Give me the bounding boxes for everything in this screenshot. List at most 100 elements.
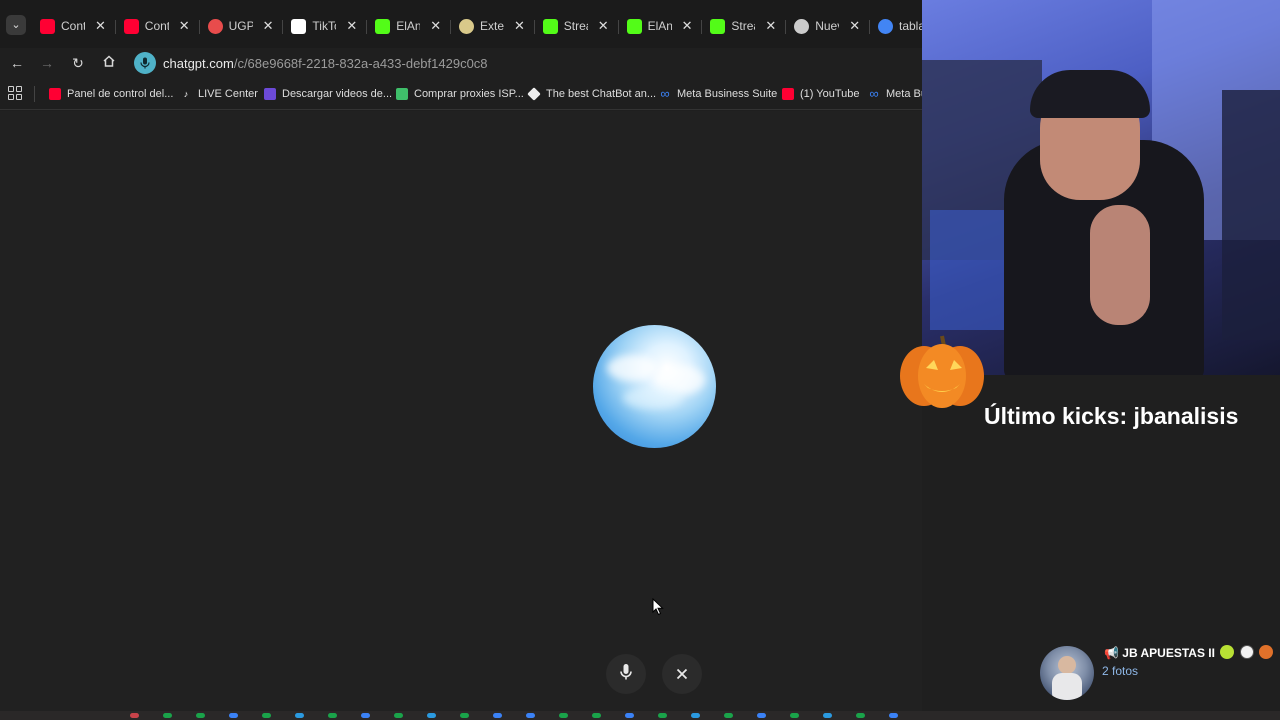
tab-separator: [785, 20, 787, 34]
extension-icon: [459, 18, 474, 34]
taskbar-app-icon[interactable]: [163, 713, 172, 718]
webcam-feed: [922, 0, 1280, 375]
bookmark-item[interactable]: ∞ Meta Bu: [868, 86, 927, 102]
channel-avatar: [1040, 646, 1094, 700]
tab-close-icon[interactable]: ✕: [849, 18, 860, 34]
browser-tab[interactable]: Cont ✕: [40, 15, 106, 37]
taskbar-app-icon[interactable]: [790, 713, 799, 718]
channel-photo-count: 2 fotos: [1102, 664, 1139, 678]
bookmarks-divider: [34, 86, 35, 102]
bookmark-label: Meta Bu: [886, 88, 927, 100]
taskbar-app-icon[interactable]: [526, 713, 535, 718]
meta-icon: ∞: [660, 86, 670, 101]
reload-icon[interactable]: ↻: [68, 53, 88, 73]
taskbar-app-icon[interactable]: [394, 713, 403, 718]
browser-tab[interactable]: Nuev ✕: [794, 15, 860, 37]
tab-label: Cont: [144, 19, 169, 33]
bookmark-item[interactable]: The best ChatBot an...: [527, 86, 657, 102]
tab-close-icon[interactable]: ✕: [430, 18, 441, 34]
tab-close-icon[interactable]: ✕: [263, 18, 274, 34]
bookmark-label: Descargar videos de...: [282, 88, 393, 100]
bookmark-item[interactable]: ♪ LIVE Center: [180, 86, 258, 102]
youtube-icon: [49, 88, 61, 100]
chrome-icon: [794, 18, 810, 34]
kick-clover-icon: [375, 18, 391, 34]
tab-label: TikTo: [312, 19, 336, 33]
browser-tab[interactable]: TikTo ✕: [291, 15, 357, 37]
taskbar-app-icon[interactable]: [229, 713, 238, 718]
microphone-button[interactable]: [606, 654, 646, 694]
browser-tab[interactable]: Cont ✕: [123, 15, 190, 37]
taskbar-app-icon[interactable]: [130, 713, 139, 718]
taskbar-app-icon[interactable]: [427, 713, 436, 718]
tab-close-icon[interactable]: ✕: [598, 18, 609, 34]
bookmark-label: The best ChatBot an...: [546, 88, 657, 100]
youtube-icon: [782, 88, 794, 100]
taskbar-app-icon[interactable]: [262, 713, 271, 718]
taskbar-app-icon[interactable]: [724, 713, 733, 718]
last-kicks-label: Último kicks: jbanalisis: [984, 403, 1239, 429]
tab-label: Nuev: [815, 19, 839, 33]
bookmark-item[interactable]: Comprar proxies ISP...: [396, 86, 524, 102]
taskbar-app-icon[interactable]: [592, 713, 601, 718]
browser-tab[interactable]: tabla: [878, 15, 923, 37]
tab-label: tabla: [899, 19, 923, 33]
taskbar-app-icon[interactable]: [196, 713, 205, 718]
bookmark-item[interactable]: Descargar videos de...: [264, 86, 392, 102]
pumpkin-icon: [896, 330, 988, 410]
youtube-icon: [123, 18, 139, 34]
bookmark-item[interactable]: ∞ Meta Business Suite: [659, 86, 777, 102]
browser-tab[interactable]: Exter ✕: [459, 15, 525, 37]
browser-tab[interactable]: ElAnc ✕: [375, 15, 441, 37]
meta-icon: ∞: [869, 86, 879, 101]
tab-close-icon[interactable]: ✕: [765, 18, 776, 34]
browser-tab[interactable]: Strea ✕: [542, 15, 609, 37]
download-icon: [264, 88, 276, 100]
microphone-icon: [619, 663, 633, 686]
microphone-in-use-icon[interactable]: [134, 52, 156, 74]
taskbar-app-icon[interactable]: [823, 713, 832, 718]
tab-close-icon[interactable]: ✕: [95, 18, 106, 34]
proxy-icon: [396, 88, 408, 100]
taskbar-app-icon[interactable]: [658, 713, 667, 718]
browser-tab[interactable]: UGPl ✕: [207, 15, 274, 37]
kick-icon: [542, 18, 558, 34]
taskbar-app-icon[interactable]: [625, 713, 634, 718]
taskbar-app-icon[interactable]: [889, 713, 898, 718]
apps-grid-icon[interactable]: [8, 86, 22, 100]
taskbar-app-icon[interactable]: [295, 713, 304, 718]
address-bar[interactable]: chatgpt.com/c/68e9668f-2218-832a-a433-de…: [134, 50, 922, 76]
taskbar-app-icon[interactable]: [460, 713, 469, 718]
bookmark-item[interactable]: Panel de control del...: [49, 86, 173, 102]
tab-separator: [701, 20, 703, 34]
bookmark-label: (1) YouTube: [800, 88, 860, 100]
tab-search-chevron-icon[interactable]: ⌄: [6, 15, 26, 35]
taskbar-app-icon[interactable]: [856, 713, 865, 718]
tiktok-icon: ♪: [183, 89, 189, 99]
taskbar-app-icon[interactable]: [328, 713, 337, 718]
tab-separator: [869, 20, 870, 34]
browser-tab[interactable]: Strea ✕: [710, 15, 776, 37]
taskbar-app-icon[interactable]: [361, 713, 370, 718]
browser-tab[interactable]: ElAnc ✕: [626, 15, 693, 37]
tab-close-icon[interactable]: ✕: [346, 18, 357, 34]
taskbar-app-icon[interactable]: [691, 713, 700, 718]
bookmark-label: Comprar proxies ISP...: [414, 88, 524, 100]
url-path: /c/68e9668f-2218-832a-a433-debf1429c0c8: [233, 55, 488, 71]
back-arrow-icon[interactable]: ←: [7, 53, 27, 73]
channel-card[interactable]: 📢 JB APUESTAS II 2 fotos: [1032, 638, 1280, 706]
tab-close-icon[interactable]: ✕: [514, 18, 525, 34]
tab-close-icon[interactable]: ✕: [682, 18, 693, 34]
bookmark-item[interactable]: (1) YouTube: [782, 86, 860, 102]
tab-close-icon[interactable]: ✕: [179, 18, 190, 34]
browser-toolbar: ← → ↻ chatgpt.com/c/68e9668f-2218-832a-a…: [0, 48, 922, 78]
taskbar-app-icon[interactable]: [757, 713, 766, 718]
tab-separator: [450, 20, 451, 34]
bookmark-label: Meta Business Suite: [677, 88, 778, 100]
taskbar-app-icon[interactable]: [493, 713, 502, 718]
bookmark-label: LIVE Center: [198, 88, 258, 100]
taskbar-app-icon[interactable]: [559, 713, 568, 718]
forward-arrow-icon[interactable]: →: [37, 53, 57, 73]
end-voice-button[interactable]: [662, 654, 702, 694]
home-icon[interactable]: [99, 53, 119, 73]
